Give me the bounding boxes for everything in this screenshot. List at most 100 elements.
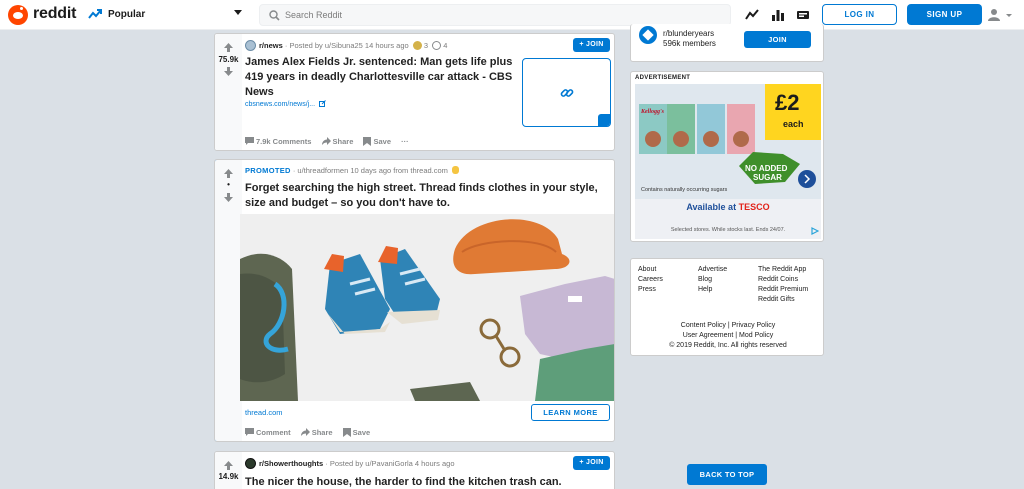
footer-link-press[interactable]: Press bbox=[638, 285, 663, 295]
footer-link-reddit-gifts[interactable]: Reddit Gifts bbox=[758, 295, 808, 305]
comment-button[interactable]: Comment bbox=[245, 428, 291, 437]
community-name[interactable]: r/blunderyears bbox=[663, 29, 714, 38]
post-title[interactable]: Forget searching the high street. Thread… bbox=[245, 181, 611, 211]
vote-column: 75.9k bbox=[215, 34, 242, 150]
reddit-wordmark[interactable]: reddit bbox=[33, 5, 76, 23]
product-brand: Kellogg's bbox=[641, 109, 665, 115]
user-icon bbox=[988, 9, 1012, 21]
ad-banner[interactable]: Kellogg's £2 each NO ADDED SUGAR Contain… bbox=[635, 84, 821, 239]
post-meta: PROMOTED · u/threadformen 10 days ago fr… bbox=[245, 166, 460, 175]
vote-count: 14.9k bbox=[218, 472, 239, 481]
vote-column: 14.9k bbox=[215, 452, 242, 489]
upvote-arrow-icon[interactable] bbox=[224, 169, 233, 178]
join-community-button[interactable]: JOIN bbox=[744, 31, 811, 48]
post-title[interactable]: The nicer the house, the harder to find … bbox=[245, 475, 611, 489]
feed-selector[interactable]: Popular bbox=[88, 6, 244, 24]
back-to-top-button[interactable]: BACK TO TOP bbox=[687, 464, 767, 485]
footer-link-help[interactable]: Help bbox=[698, 285, 727, 295]
footer-copyright: © 2019 Reddit, Inc. All rights reserved bbox=[669, 342, 787, 349]
posted-by: · Posted by u/Sibuna25 14 hours ago bbox=[284, 41, 409, 50]
post-actions: 7.9k Comments Share Save ··· bbox=[245, 137, 417, 149]
user-menu[interactable] bbox=[988, 8, 1018, 22]
join-button[interactable]: + JOIN bbox=[573, 38, 610, 52]
comment-icon bbox=[245, 428, 254, 436]
stats-icon[interactable] bbox=[771, 8, 785, 22]
community-card: r/blunderyears 596k members JOIN bbox=[630, 24, 824, 62]
footer-column-3: The Reddit App Reddit Coins Reddit Premi… bbox=[758, 265, 808, 305]
ad-fine-print: Selected stores. While stocks last. Ends… bbox=[670, 227, 786, 233]
footer-link-blog[interactable]: Blog bbox=[698, 275, 727, 285]
upvote-arrow-icon[interactable] bbox=[224, 43, 233, 52]
join-button[interactable]: + JOIN bbox=[573, 456, 610, 470]
external-link-icon bbox=[318, 100, 326, 107]
footer-policy-links-2[interactable]: User Agreement | Mod Policy bbox=[631, 331, 823, 341]
downvote-arrow-icon[interactable] bbox=[224, 67, 233, 76]
bookmark-icon bbox=[342, 428, 351, 437]
posted-by: · Posted by u/PavaniGorla 4 hours ago bbox=[325, 459, 455, 468]
post-link-text: cbsnews.com/news/j... bbox=[245, 101, 316, 108]
popular-trending-icon[interactable] bbox=[745, 8, 759, 22]
reddit-logo-icon[interactable] bbox=[8, 5, 28, 25]
footer-policy-links-1[interactable]: Content Policy | Privacy Policy bbox=[631, 321, 823, 331]
share-label: Share bbox=[311, 428, 333, 437]
post-meta: r/news · Posted by u/Sibuna25 14 hours a… bbox=[259, 41, 447, 50]
post-meta: r/Showerthoughts · Posted by u/PavaniGor… bbox=[259, 459, 455, 468]
community-icon[interactable] bbox=[245, 458, 256, 469]
community-name[interactable]: r/Showerthoughts bbox=[259, 459, 323, 468]
footer-link-about[interactable]: About bbox=[638, 265, 663, 275]
footer-link-reddit-app[interactable]: The Reddit App bbox=[758, 265, 808, 275]
advertiser-link[interactable]: thread.com bbox=[245, 408, 283, 417]
share-button[interactable]: Share bbox=[300, 428, 333, 437]
footer-column-1: About Careers Press bbox=[638, 265, 663, 295]
post-title[interactable]: James Alex Fields Jr. sentenced: Man get… bbox=[245, 55, 517, 100]
upvote-arrow-icon[interactable] bbox=[224, 461, 233, 470]
footer-link-reddit-premium[interactable]: Reddit Premium bbox=[758, 285, 808, 295]
ad-choices-icon[interactable] bbox=[811, 227, 819, 235]
top-nav-bar: reddit Popular LOG IN SIGN UP bbox=[0, 0, 1024, 30]
ad-price: £2 bbox=[775, 90, 800, 115]
log-in-button[interactable]: LOG IN bbox=[822, 4, 897, 25]
community-icon[interactable] bbox=[245, 40, 256, 51]
share-button[interactable]: Share bbox=[321, 137, 354, 146]
post-actions: Comment Share Save bbox=[245, 428, 378, 440]
post-link[interactable]: cbsnews.com/news/j... bbox=[245, 100, 326, 108]
vote-count: • bbox=[227, 180, 230, 189]
ad-available-row: Available at TESCO bbox=[635, 202, 821, 212]
search-bar[interactable] bbox=[259, 4, 731, 26]
comments-label: 7.9k Comments bbox=[256, 137, 312, 146]
ad-badge-line2: SUGAR bbox=[753, 173, 782, 182]
search-input[interactable] bbox=[285, 8, 705, 22]
footer-link-advertise[interactable]: Advertise bbox=[698, 265, 727, 275]
link-thumbnail[interactable] bbox=[522, 58, 611, 127]
hand-wave-icon bbox=[452, 166, 460, 174]
comments-button[interactable]: 7.9k Comments bbox=[245, 137, 311, 146]
post-card[interactable]: 75.9k r/news · Posted by u/Sibuna25 14 h… bbox=[214, 33, 615, 151]
post-card[interactable]: 14.9k r/Showerthoughts · Posted by u/Pav… bbox=[214, 451, 615, 489]
footer-column-2: Advertise Blog Help bbox=[698, 265, 727, 295]
learn-more-button[interactable]: LEARN MORE bbox=[531, 404, 610, 421]
promoted-product-image[interactable] bbox=[240, 214, 615, 401]
save-button[interactable]: Save bbox=[363, 137, 391, 146]
save-button[interactable]: Save bbox=[342, 428, 370, 437]
comment-label: Comment bbox=[256, 428, 291, 437]
share-label: Share bbox=[332, 137, 354, 146]
community-name[interactable]: r/news bbox=[259, 41, 283, 50]
ad-note: Contains naturally occurring sugars bbox=[641, 187, 728, 193]
vote-count: 75.9k bbox=[218, 55, 239, 64]
footer-link-careers[interactable]: Careers bbox=[638, 275, 663, 285]
chevron-down-icon bbox=[234, 10, 242, 15]
save-label: Save bbox=[373, 137, 392, 146]
more-options-button[interactable]: ··· bbox=[401, 137, 409, 146]
sign-up-button[interactable]: SIGN UP bbox=[907, 4, 982, 25]
award-count: 3 bbox=[423, 41, 429, 50]
promoted-post-card[interactable]: • PROMOTED · u/threadformen 10 days ago … bbox=[214, 159, 615, 442]
ad-available-label: Available at bbox=[686, 202, 737, 212]
video-icon[interactable] bbox=[796, 8, 810, 22]
ad-price-unit: each bbox=[783, 119, 804, 129]
footer-link-reddit-coins[interactable]: Reddit Coins bbox=[758, 275, 808, 285]
vote-column: • bbox=[215, 160, 242, 441]
trending-icon bbox=[88, 9, 102, 19]
community-avatar-icon[interactable] bbox=[639, 26, 657, 44]
search-icon bbox=[269, 10, 280, 21]
downvote-arrow-icon[interactable] bbox=[224, 193, 233, 202]
